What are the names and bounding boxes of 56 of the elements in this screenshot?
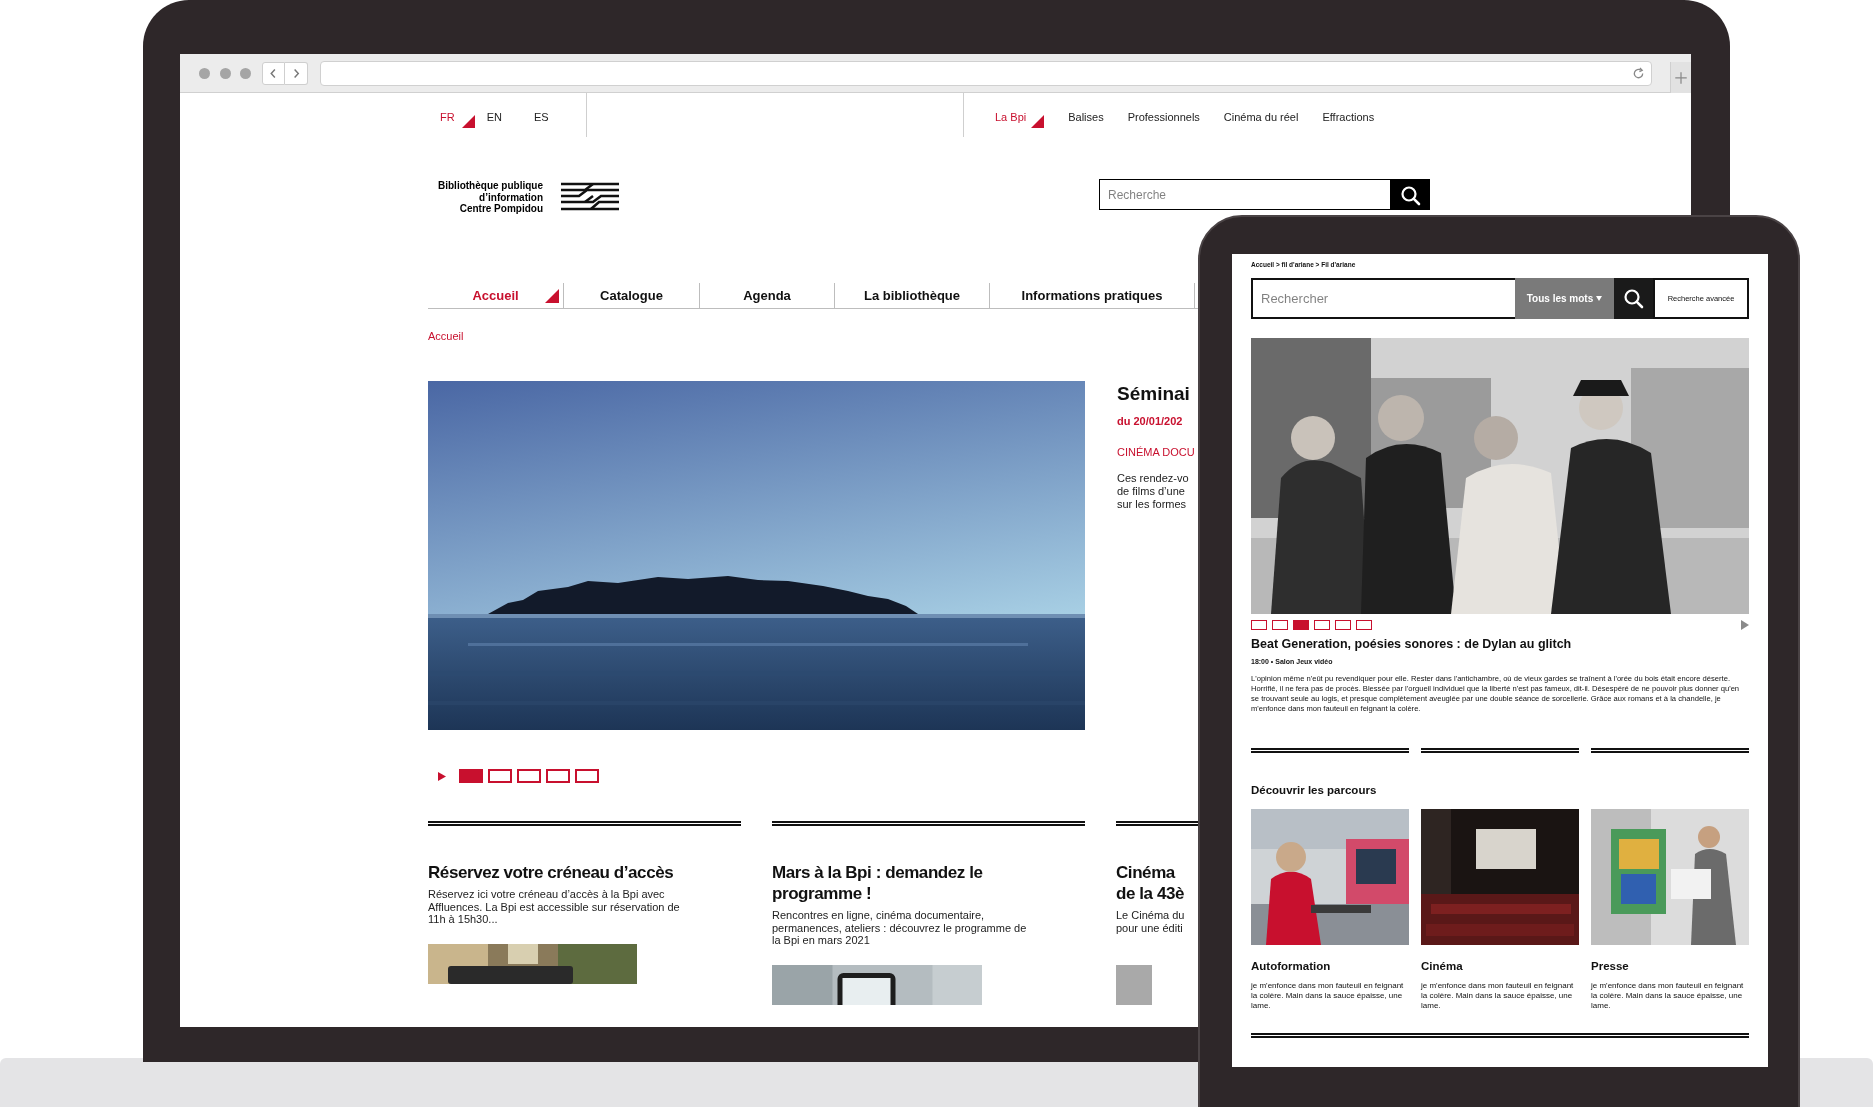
- search-field[interactable]: Rechercher: [1251, 278, 1515, 319]
- nav-tab[interactable]: Accueil: [428, 283, 563, 308]
- card-description: je m'enfonce dans mon fauteuil en feignant la colère. Main dans la sauce épaisse, une lame.: [1421, 981, 1575, 1011]
- slide-indicator[interactable]: [1314, 620, 1330, 630]
- search-field[interactable]: Recherche: [1099, 179, 1390, 210]
- caret-icon: [1596, 296, 1603, 301]
- card-title[interactable]: Presse: [1591, 959, 1629, 973]
- slide-indicator[interactable]: [546, 769, 570, 783]
- top-link[interactable]: Professionnels: [1127, 111, 1200, 123]
- section-title: Découvrir les parcours: [1251, 783, 1378, 797]
- play-icon[interactable]: [438, 771, 446, 781]
- top-link[interactable]: Balises: [1068, 111, 1104, 123]
- language-link[interactable]: ES: [533, 111, 549, 123]
- top-link[interactable]: La Bpi: [995, 111, 1027, 123]
- feature-date: du 20/01/202: [1117, 414, 1184, 429]
- card-description: je m'enfonce dans mon fauteuil en feignant la colère. Main dans la sauce épaisse, une lame.: [1251, 981, 1405, 1011]
- search-button[interactable]: [1614, 278, 1653, 319]
- feature-excerpt: Ces rendez-vo de films d’une sur les formes: [1117, 472, 1190, 511]
- logo-text[interactable]: Bibliothèque publique d’information Centre Pompidou: [428, 179, 543, 215]
- card-title[interactable]: Cinéma: [1421, 959, 1463, 973]
- feature-title[interactable]: Séminai: [1117, 383, 1195, 405]
- slide-indicator[interactable]: [1335, 620, 1351, 630]
- search-button[interactable]: [1390, 179, 1430, 210]
- card-title[interactable]: Autoformation: [1251, 959, 1331, 973]
- next-arrow-icon[interactable]: [1741, 620, 1749, 630]
- nav-tab[interactable]: La bibliothèque: [834, 283, 989, 308]
- slide-indicator[interactable]: [1356, 620, 1372, 630]
- slide-indicator[interactable]: [575, 769, 599, 783]
- search-mode-dropdown[interactable]: Tous les mots: [1515, 278, 1614, 319]
- article-summary: Le Cinéma du pour une éditi: [1116, 909, 1185, 936]
- article-title[interactable]: Mars à la Bpi : demandez le programme !: [772, 862, 983, 904]
- language-link[interactable]: EN: [486, 111, 502, 123]
- language-link[interactable]: FR: [440, 111, 455, 123]
- article-summary: Réservez ici votre créneau d’accès à la Bpi avec Affluences. La Bpi est accessible sur réservation de 11h à 15h30...: [428, 888, 680, 927]
- feature-category: CINÉMA DOCU: [1117, 444, 1195, 460]
- corner-triangle-icon: [1031, 115, 1045, 128]
- nav-tab[interactable]: Agenda: [699, 283, 834, 308]
- corner-triangle-icon: [545, 289, 559, 303]
- top-link[interactable]: Cinéma du réel: [1223, 111, 1299, 123]
- article-title[interactable]: Réservez votre créneau d’accès: [428, 862, 674, 883]
- slide-indicator[interactable]: [488, 769, 512, 783]
- breadcrumb-link[interactable]: Accueil: [428, 329, 464, 343]
- back-button[interactable]: [262, 62, 285, 85]
- top-link[interactable]: Effractions: [1322, 111, 1375, 123]
- nav-tab[interactable]: Informations pratiques: [989, 283, 1194, 308]
- event-title[interactable]: Beat Generation, poésies sonores : de Dylan au glitch: [1251, 637, 1749, 652]
- article-summary: Rencontres en ligne, cinéma documentaire, permanences, ateliers : découvrez le programme de la Bpi en mars 2021: [772, 909, 1027, 948]
- slide-indicator[interactable]: [517, 769, 541, 783]
- article-title[interactable]: Cinéma de la 43è: [1116, 862, 1184, 904]
- nav-tab[interactable]: Catalogue: [563, 283, 699, 308]
- logo-icon[interactable]: [561, 181, 619, 212]
- slide-indicator[interactable]: [1272, 620, 1288, 630]
- corner-triangle-icon: [462, 115, 475, 128]
- reload-icon[interactable]: [1632, 67, 1645, 80]
- slide-indicator[interactable]: [1251, 620, 1267, 630]
- card-description: je m'enfonce dans mon fauteuil en feignant la colère. Main dans la sauce épaisse, une lame.: [1591, 981, 1745, 1011]
